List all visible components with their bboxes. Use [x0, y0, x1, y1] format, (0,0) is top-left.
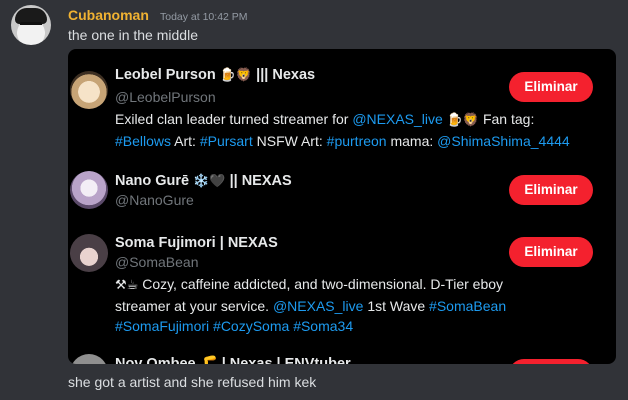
- message-header: Cubanoman Today at 10:42 PM: [68, 5, 248, 24]
- account-name[interactable]: Nov Ombee 🦵 | Nexas | ENVtuber: [115, 355, 351, 364]
- account-name[interactable]: Nano Gurē ❄️🖤 || NEXAS: [115, 173, 292, 189]
- remove-button[interactable]: Eliminar: [509, 175, 593, 205]
- hashtag-link[interactable]: #SomaFujimori: [115, 318, 209, 334]
- account-avatar[interactable]: [70, 234, 108, 272]
- remove-button[interactable]: Eliminar: [509, 72, 593, 102]
- account-name[interactable]: Soma Fujimori | NEXAS: [115, 235, 278, 251]
- account-handle[interactable]: @NanoGure: [115, 192, 194, 208]
- account-avatar[interactable]: [70, 171, 108, 209]
- account-avatar[interactable]: [70, 354, 108, 364]
- remove-button[interactable]: [509, 359, 593, 364]
- account-bio: ⚒☕ Cozy, caffeine addicted, and two-dime…: [115, 276, 507, 334]
- hashtag-link[interactable]: #Bellows: [115, 133, 171, 149]
- mention-link[interactable]: @ShimaShima_4444: [437, 133, 570, 149]
- message-text: the one in the middle: [68, 27, 198, 43]
- hashtag-link[interactable]: #Soma34: [293, 318, 353, 334]
- account-name[interactable]: Leobel Purson 🍺🦁 ||| Nexas: [115, 67, 315, 83]
- timestamp: Today at 10:42 PM: [159, 11, 248, 23]
- account-handle[interactable]: @SomaBean: [115, 254, 198, 270]
- attachment-image[interactable]: Leobel Purson 🍺🦁 ||| Nexas @LeobelPurson…: [68, 49, 616, 364]
- mention-link[interactable]: @NEXAS_live: [273, 298, 363, 314]
- hashtag-link[interactable]: #Pursart: [200, 133, 253, 149]
- account-handle[interactable]: @LeobelPurson: [115, 89, 216, 105]
- user-avatar[interactable]: [11, 5, 51, 45]
- hashtag-link[interactable]: #CozySoma: [213, 318, 289, 334]
- account-avatar[interactable]: [70, 71, 108, 109]
- account-bio: Exiled clan leader turned streamer for @…: [115, 111, 570, 149]
- mention-link[interactable]: @NEXAS_live: [352, 111, 442, 127]
- remove-button[interactable]: Eliminar: [509, 237, 593, 267]
- username[interactable]: Cubanoman: [68, 7, 149, 23]
- hashtag-link[interactable]: #SomaBean: [429, 298, 506, 314]
- message-text: she got a artist and she refused him kek: [68, 374, 317, 390]
- hashtag-link[interactable]: #purtreon: [327, 133, 387, 149]
